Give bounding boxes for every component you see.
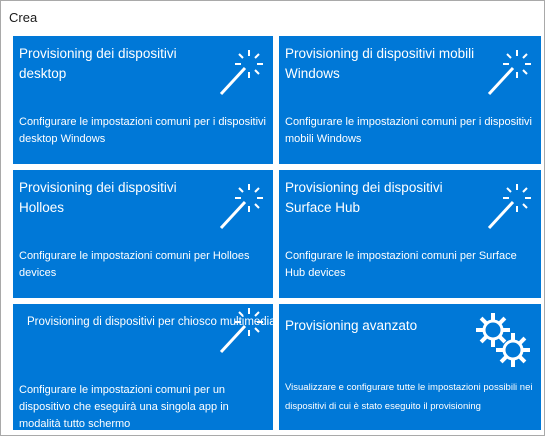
tile-kiosk-devices[interactable]: Provisioning di dispositivi per chiosco …	[13, 304, 273, 430]
magic-wand-icon	[219, 50, 263, 96]
magic-wand-icon	[219, 308, 263, 354]
create-panel: Crea Provisioning dei dispositivi deskto…	[0, 0, 545, 436]
tile-description: Configurare le impostazioni comuni per i…	[285, 116, 533, 145]
tile-title: Provisioning avanzato	[285, 318, 418, 333]
tile-title: Provisioning dei dispositivi Surface Hub	[285, 180, 443, 215]
tile-title: Provisioning dei dispositivi Holloes	[19, 180, 177, 215]
magic-wand-icon	[487, 184, 531, 230]
tile-title: Provisioning dei dispositivi desktop	[19, 46, 177, 81]
tile-surface-hub-devices[interactable]: Provisioning dei dispositivi Surface Hub…	[279, 170, 541, 298]
magic-wand-icon	[219, 184, 263, 230]
tile-holloes-devices[interactable]: Provisioning dei dispositivi Holloes Con…	[13, 170, 273, 298]
tile-description: Configurare le impostazioni comuni per H…	[19, 250, 250, 279]
tile-description: Configurare le impostazioni comuni per i…	[19, 116, 267, 145]
tile-advanced-provisioning[interactable]: Provisioning avanzato Visualizzare e con…	[279, 304, 541, 430]
tile-desktop-devices[interactable]: Provisioning dei dispositivi desktop Con…	[13, 36, 273, 164]
gears-icon	[476, 313, 530, 367]
tile-description: Configurare le impostazioni comuni per u…	[19, 384, 229, 430]
tile-title: Provisioning di dispositivi mobili Windo…	[285, 46, 475, 81]
section-title: Crea	[9, 10, 38, 25]
tile-description: Configurare le impostazioni comuni per S…	[285, 250, 517, 279]
magic-wand-icon	[487, 50, 531, 96]
tile-description: Visualizzare e configurare tutte le impo…	[285, 382, 533, 412]
tile-windows-mobile-devices[interactable]: Provisioning di dispositivi mobili Windo…	[279, 36, 541, 164]
